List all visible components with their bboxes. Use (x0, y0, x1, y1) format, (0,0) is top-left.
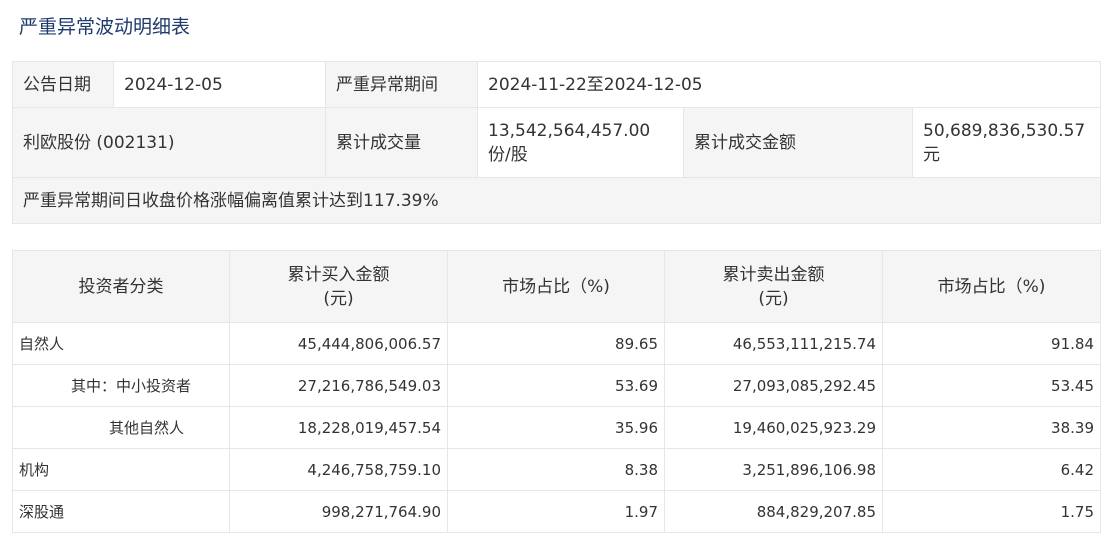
investor-breakdown-table: 投资者分类 累计买入金额 (元) 市场占比（%) 累计卖出金额 (元) 市场占比… (12, 250, 1101, 533)
header-sell-amount: 累计卖出金额 (元) (664, 250, 883, 323)
buy-share-cell: 1.97 (447, 490, 665, 533)
header-buy-share: 市场占比（%) (447, 250, 665, 323)
period-label: 严重异常期间 (325, 61, 478, 108)
period-value: 2024-11-22至2024-12-05 (477, 61, 1101, 108)
page-title: 严重异常波动明细表 (19, 16, 191, 38)
header-investor-category: 投资者分类 (12, 250, 230, 323)
table-row: 其中：中小投资者 27,216,786,549.03 53.69 27,093,085… (12, 364, 1101, 407)
table-row: 深股通 998,271,764.90 1.97 884,829,207.85 1.75 (12, 490, 1101, 533)
volume-value: 13,542,564,457.00 份/股 (477, 107, 684, 178)
header-buy-amount-line1: 累计买入金额 (元) (287, 264, 390, 309)
sell-amount-cell: 884,829,207.85 (664, 490, 883, 533)
header-buy-amount: 累计买入金额 (元) (229, 250, 448, 323)
deviation-note: 严重异常期间日收盘价格涨幅偏离值累计达到117.39% (12, 177, 1101, 224)
amount-value: 50,689,836,530.57 元 (912, 107, 1101, 178)
amount-label: 累计成交金额 (683, 107, 913, 178)
announce-date-label: 公告日期 (12, 61, 114, 108)
buy-share-cell: 89.65 (447, 322, 665, 365)
sell-amount-cell: 27,093,085,292.45 (664, 364, 883, 407)
category-cell: 其他自然人 (12, 406, 230, 449)
sell-share-cell: 91.84 (882, 322, 1101, 365)
table-header-row: 投资者分类 累计买入金额 (元) 市场占比（%) 累计卖出金额 (元) 市场占比… (12, 250, 1101, 323)
category-cell: 深股通 (12, 490, 230, 533)
volume-label: 累计成交量 (325, 107, 478, 178)
sell-share-cell: 53.45 (882, 364, 1101, 407)
category-cell: 其中：中小投资者 (12, 364, 230, 407)
announce-date-value: 2024-12-05 (113, 61, 326, 108)
sell-amount-cell: 46,553,111,215.74 (664, 322, 883, 365)
summary-table: 公告日期 2024-12-05 严重异常期间 2024-11-22至2024-1… (12, 61, 1101, 224)
table-row: 其他自然人 18,228,019,457.54 35.96 19,460,025,92… (12, 406, 1101, 449)
category-cell: 机构 (12, 448, 230, 491)
buy-share-cell: 8.38 (447, 448, 665, 491)
buy-amount-cell: 18,228,019,457.54 (229, 406, 448, 449)
category-cell: 自然人 (12, 322, 230, 365)
sell-share-cell: 38.39 (882, 406, 1101, 449)
sell-amount-cell: 3,251,896,106.98 (664, 448, 883, 491)
header-sell-share: 市场占比（%) (882, 250, 1101, 323)
sell-share-cell: 6.42 (882, 448, 1101, 491)
buy-amount-cell: 45,444,806,006.57 (229, 322, 448, 365)
table-row: 机构 4,246,758,759.10 8.38 3,251,896,106.98 6.… (12, 448, 1101, 491)
sell-amount-cell: 19,460,025,923.29 (664, 406, 883, 449)
buy-amount-cell: 998,271,764.90 (229, 490, 448, 533)
header-sell-amount-line1: 累计卖出金额 (元) (722, 264, 825, 309)
buy-amount-cell: 4,246,758,759.10 (229, 448, 448, 491)
stock-name: 利欧股份 (002131) (12, 107, 326, 178)
table-row: 自然人 45,444,806,006.57 89.65 46,553,111,215.… (12, 322, 1101, 365)
buy-share-cell: 53.69 (447, 364, 665, 407)
buy-share-cell: 35.96 (447, 406, 665, 449)
buy-amount-cell: 27,216,786,549.03 (229, 364, 448, 407)
sell-share-cell: 1.75 (882, 490, 1101, 533)
